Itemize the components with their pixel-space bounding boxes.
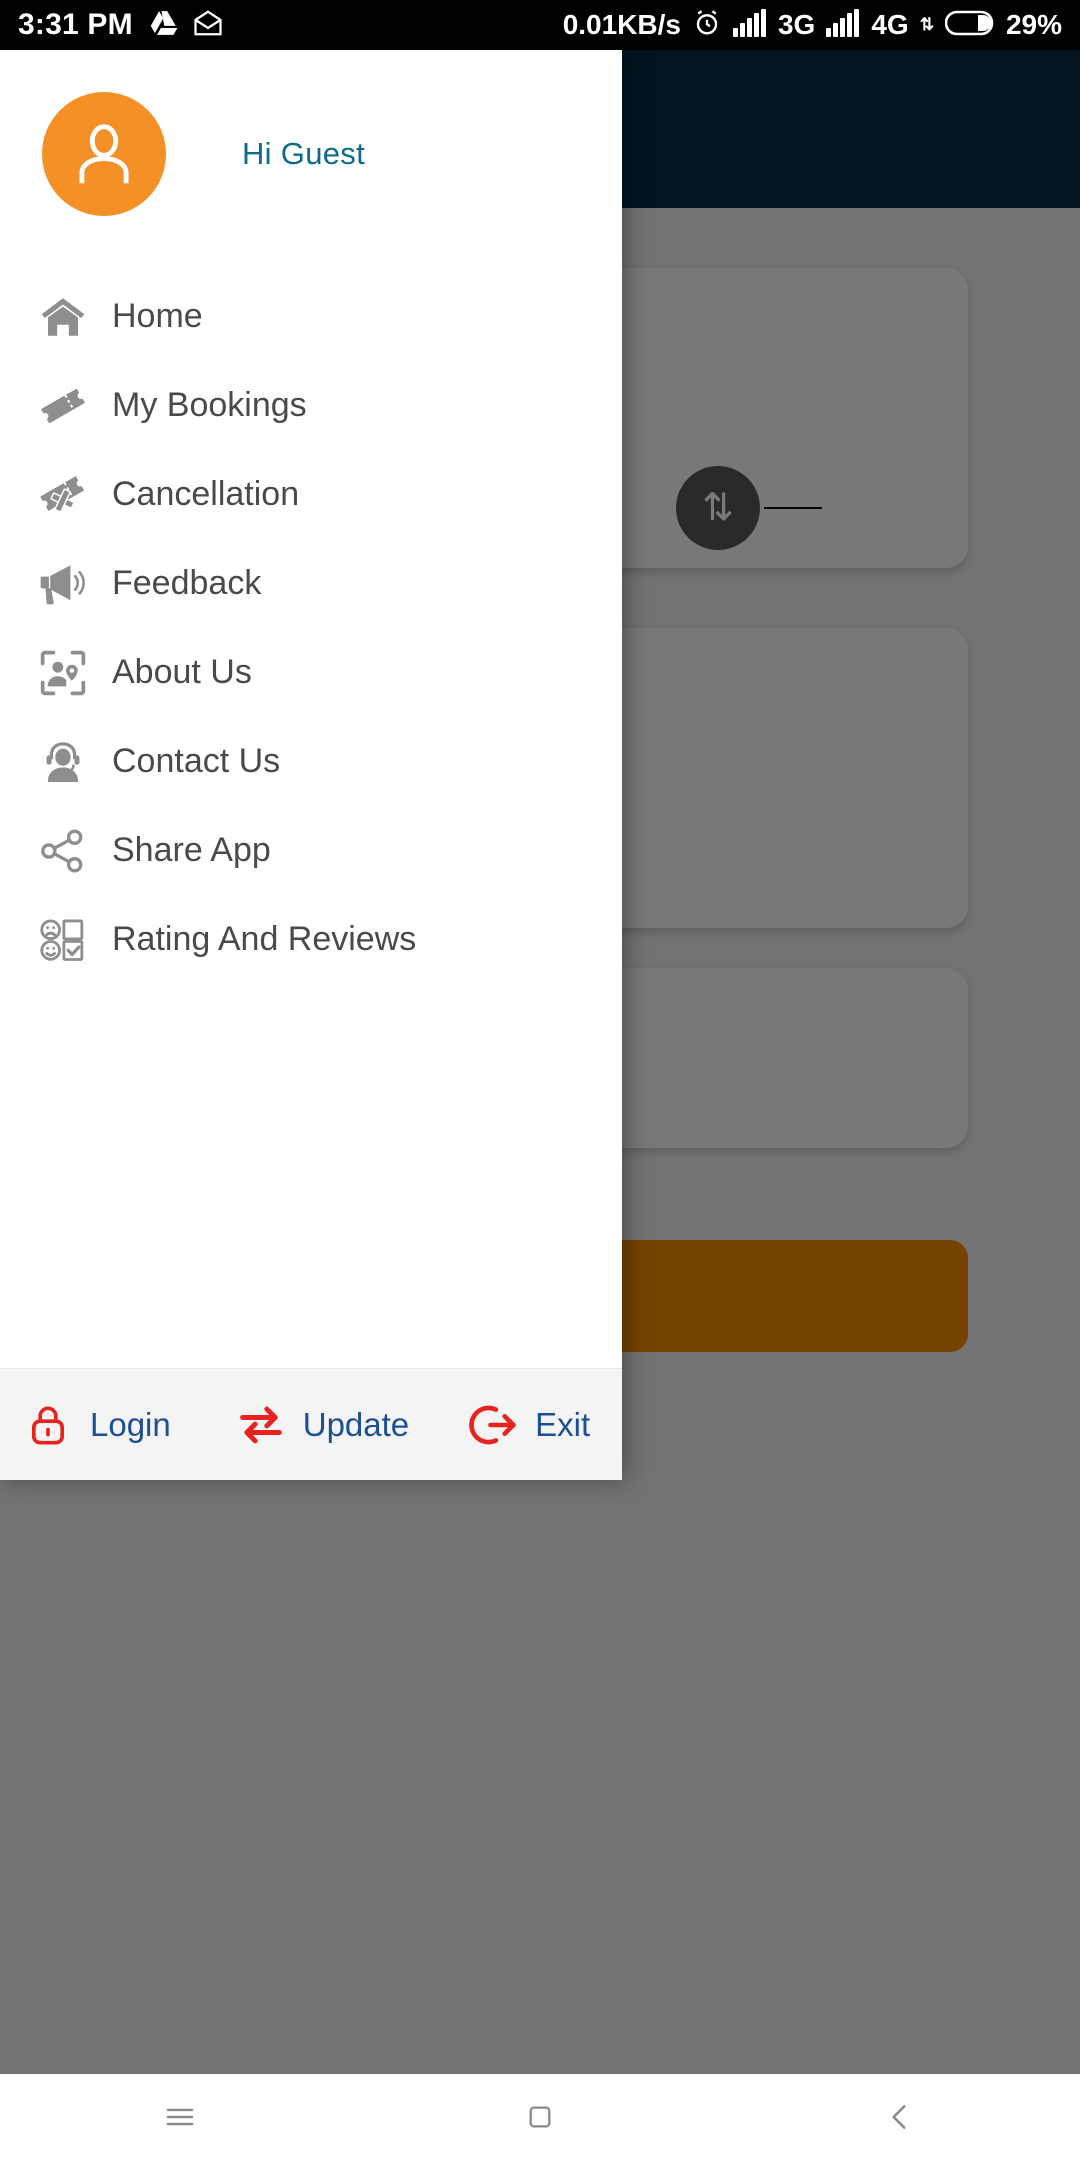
android-navigation-bar bbox=[0, 2074, 1080, 2160]
battery-percent: 29% bbox=[1005, 9, 1062, 40]
home-icon bbox=[30, 287, 96, 347]
menu-item-about-us[interactable]: About Us bbox=[0, 628, 622, 717]
exit-button[interactable]: Exit bbox=[409, 1397, 590, 1453]
drawer-header[interactable]: Hi Guest bbox=[0, 50, 622, 258]
ticket-cancel-icon bbox=[30, 465, 96, 525]
mail-open-icon bbox=[193, 8, 223, 43]
menu-item-cancellation[interactable]: Cancellation bbox=[0, 450, 622, 539]
menu-label: About Us bbox=[112, 653, 252, 691]
headset-support-icon bbox=[30, 732, 96, 792]
sim1-network-label: 3G bbox=[777, 9, 816, 40]
sim2-network-label: 4G bbox=[871, 9, 909, 40]
update-label: Update bbox=[302, 1405, 410, 1443]
menu-label: Rating And Reviews bbox=[112, 920, 417, 958]
menu-label: Share App bbox=[112, 831, 271, 869]
lock-icon bbox=[20, 1397, 76, 1453]
user-avatar-icon[interactable] bbox=[42, 92, 166, 216]
drive-icon bbox=[149, 8, 179, 43]
signal-bars-icon bbox=[732, 8, 767, 42]
drawer-menu: Home My Bookings Cancellation Feedback A… bbox=[0, 258, 622, 1368]
login-label: Login bbox=[90, 1405, 171, 1443]
back-button[interactable] bbox=[840, 2074, 960, 2160]
navigation-drawer: Hi Guest Home My Bookings Cancellation F… bbox=[0, 50, 622, 1480]
menu-item-feedback[interactable]: Feedback bbox=[0, 539, 622, 628]
menu-item-rating-and-reviews[interactable]: Rating And Reviews bbox=[0, 895, 622, 984]
alarm-icon bbox=[692, 8, 722, 43]
menu-item-contact-us[interactable]: Contact Us bbox=[0, 717, 622, 806]
menu-label: My Bookings bbox=[112, 386, 307, 424]
signal-bars-icon-2 bbox=[826, 8, 860, 42]
menu-label: Home bbox=[112, 297, 203, 335]
update-button[interactable]: Update bbox=[171, 1397, 409, 1453]
rating-faces-checkbox-icon bbox=[30, 910, 96, 970]
menu-label: Feedback bbox=[112, 564, 262, 602]
recents-button[interactable] bbox=[120, 2074, 240, 2160]
menu-item-my-bookings[interactable]: My Bookings bbox=[0, 361, 622, 450]
logout-icon bbox=[465, 1397, 521, 1453]
share-nodes-icon bbox=[30, 821, 96, 881]
exit-label: Exit bbox=[535, 1405, 591, 1443]
drawer-footer: Login Update Exit bbox=[0, 1368, 622, 1480]
menu-item-home[interactable]: Home bbox=[0, 272, 622, 361]
data-transfer-icon: ⇅ bbox=[919, 15, 934, 34]
swap-arrows-icon bbox=[233, 1397, 289, 1453]
person-location-frame-icon bbox=[30, 643, 96, 703]
menu-label: Contact Us bbox=[112, 742, 281, 780]
menu-item-share-app[interactable]: Share App bbox=[0, 806, 622, 895]
greeting-text: Hi Guest bbox=[242, 136, 365, 171]
status-time: 3:31 PM bbox=[18, 8, 133, 41]
login-button[interactable]: Login bbox=[0, 1397, 171, 1453]
megaphone-icon bbox=[30, 554, 96, 614]
ticket-icon bbox=[30, 376, 96, 436]
battery-icon bbox=[944, 9, 995, 42]
net-speed-text: 0.01KB/s bbox=[562, 9, 681, 40]
home-button[interactable] bbox=[480, 2074, 600, 2160]
status-bar: 3:31 PM 0.01KB/s 3G 4G ⇅ 29% bbox=[0, 0, 1080, 50]
menu-label: Cancellation bbox=[112, 475, 300, 513]
